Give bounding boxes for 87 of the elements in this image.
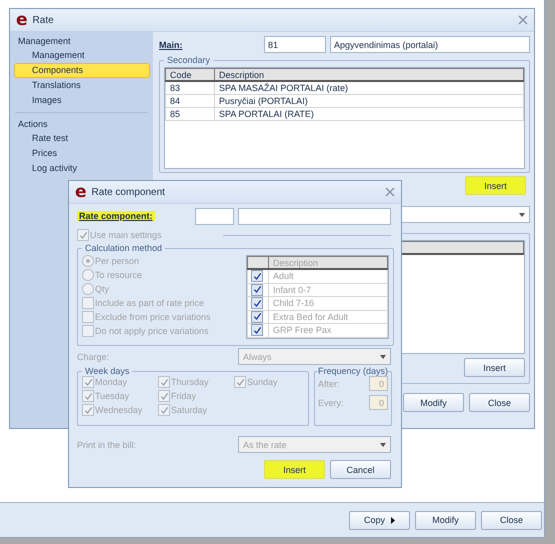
dropdown-arrow-icon — [380, 354, 386, 358]
submenu-arrow-icon — [391, 516, 395, 524]
insert-button[interactable]: Insert — [464, 358, 525, 377]
description-field[interactable] — [238, 208, 391, 224]
sidebar-item[interactable]: Translations — [14, 78, 150, 93]
main-label: Main: — [159, 40, 184, 50]
checkbox[interactable] — [158, 376, 170, 388]
table-cell: SPA MASAŽAI PORTALAI (rate) — [214, 81, 524, 94]
checkbox-label: Do not apply price variations — [95, 326, 209, 336]
checkbox[interactable] — [82, 297, 94, 309]
insert-button[interactable]: Insert — [465, 176, 526, 195]
code-field[interactable] — [195, 208, 234, 224]
charge-label: Charge: — [77, 352, 110, 362]
table-cell: 85 — [166, 108, 214, 120]
table-cell: SPA PORTALAI (RATE) — [214, 108, 524, 120]
sidebar-item[interactable]: Prices — [14, 146, 150, 161]
checkbox-label: Exclude from price variations — [95, 312, 211, 322]
copy-menu-button[interactable]: Copy — [349, 510, 410, 530]
checkbox[interactable] — [82, 325, 94, 337]
checkbox[interactable] — [82, 311, 94, 323]
checkbox[interactable] — [251, 284, 263, 296]
window-title: Rate — [32, 14, 55, 26]
table-cell: Pusryčiai (PORTALAI) — [214, 94, 524, 108]
checkbox-label: Monday — [95, 377, 128, 387]
checkbox[interactable] — [251, 270, 263, 282]
radio-label: Qty — [95, 284, 110, 294]
checkbox-label: Saturday — [171, 405, 208, 415]
button[interactable]: Insert — [264, 460, 325, 479]
checkbox[interactable] — [251, 310, 263, 322]
table-cell: 83 — [166, 81, 214, 94]
sidebar-item[interactable]: Images — [14, 93, 150, 108]
app-logo: e — [75, 184, 87, 200]
radio-button[interactable] — [82, 255, 94, 267]
column-header[interactable]: Code — [166, 68, 214, 81]
close-icon[interactable] — [385, 187, 395, 197]
table-cell: Extra Bed for Adult — [268, 310, 388, 324]
checkbox[interactable] — [158, 404, 170, 416]
radio-label: Per person — [95, 256, 140, 266]
sidebar-heading: Actions — [17, 118, 49, 131]
group-label: Frequency (days) — [318, 366, 388, 376]
app-logo: e — [16, 12, 28, 28]
checkbox-label: Friday — [171, 391, 196, 401]
checkbox-label: Include as part of rate price — [95, 298, 204, 308]
checkbox-label: Wednesday — [95, 405, 142, 415]
table-cell: GRP Free Pax — [268, 324, 388, 337]
radio-button[interactable] — [82, 283, 94, 295]
print-label: Print in the bill: — [77, 440, 138, 450]
button[interactable]: Modify — [403, 393, 464, 412]
button[interactable]: Modify — [415, 510, 476, 530]
sidebar-item[interactable]: Log activity — [14, 161, 150, 176]
after-label: After: — [318, 378, 340, 388]
checkbox[interactable] — [82, 404, 94, 416]
table-cell: Infant 0-7 — [268, 283, 388, 296]
dropdown-arrow-icon — [380, 442, 386, 446]
button[interactable]: Close — [481, 510, 542, 530]
radio-label: To resource — [95, 270, 142, 280]
checkbox[interactable] — [234, 376, 246, 388]
checkbox[interactable] — [251, 297, 263, 309]
checkbox[interactable] — [82, 376, 94, 388]
close-icon[interactable] — [518, 15, 528, 25]
checkbox-label: Sunday — [247, 377, 278, 387]
dropdown-arrow-icon — [519, 212, 525, 216]
table-cell: Child 7-16 — [268, 296, 388, 310]
group-label: Week days — [84, 366, 130, 376]
code-field[interactable]: 81 — [264, 36, 326, 53]
sidebar-item[interactable]: Management — [14, 48, 150, 63]
sidebar-heading: Management — [17, 35, 72, 48]
button[interactable]: Close — [469, 393, 530, 412]
button[interactable]: Cancel — [330, 460, 391, 479]
checkbox[interactable] — [158, 390, 170, 402]
description-field[interactable]: Apgyvendinimas (portalai) — [330, 36, 530, 53]
sidebar-item[interactable]: Components — [14, 63, 150, 78]
sidebar-item[interactable]: Rate test — [14, 131, 150, 146]
checkbox[interactable] — [82, 390, 94, 402]
column-header[interactable]: Description — [214, 68, 524, 81]
radio-button[interactable] — [82, 269, 94, 281]
group-label: Secondary — [166, 55, 212, 65]
table-cell: 84 — [166, 94, 214, 108]
rate-component-label: Rate component: — [77, 211, 155, 221]
checkbox-label: Thursday — [171, 377, 209, 387]
checkbox[interactable] — [251, 324, 263, 336]
table-cell: Adult — [268, 269, 388, 283]
dialog-title: Rate component — [92, 186, 166, 198]
group-label: Calculation method — [84, 243, 164, 253]
checkbox-label: Use main settings — [90, 230, 162, 240]
checkbox-label: Tuesday — [95, 391, 130, 401]
every-label: Every: — [318, 398, 344, 408]
